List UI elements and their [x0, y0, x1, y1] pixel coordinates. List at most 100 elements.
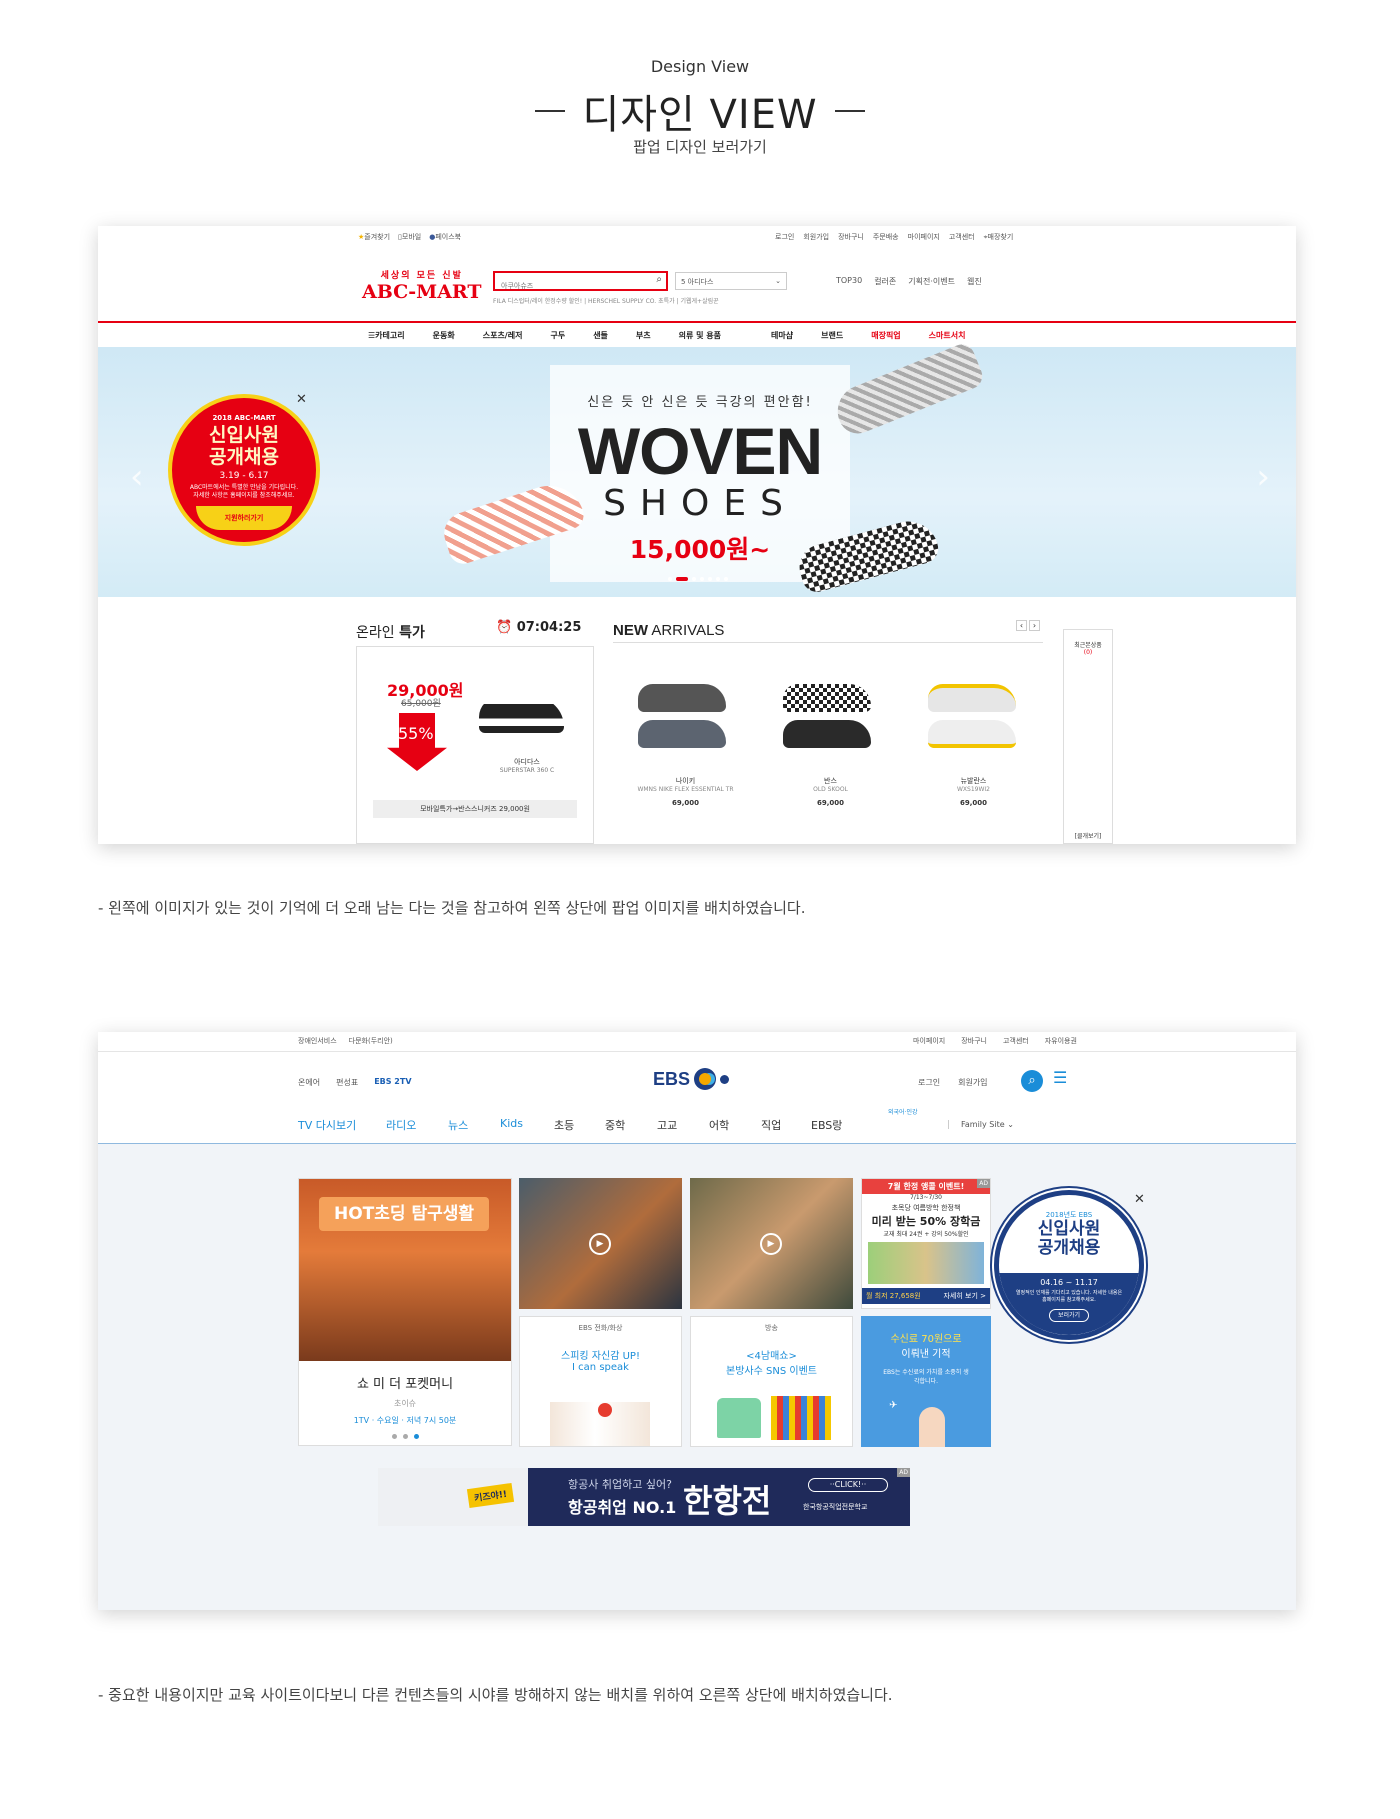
header-title: 디자인 VIEW [582, 92, 818, 138]
ebs-onair[interactable]: 온에어 [298, 1077, 320, 1088]
abc-nav-brand[interactable]: 브랜드 [821, 330, 843, 341]
arrival-item[interactable] [638, 684, 726, 758]
ebs-nav-radio[interactable]: 라디오 [386, 1117, 448, 1133]
ebs-nav-middle[interactable]: 중학 [605, 1117, 657, 1133]
abc-keywords[interactable]: FILA 디스럽터/레이 한정수량 할인! | HERSCHEL SUPPLY … [493, 296, 719, 305]
ebs-nav-high[interactable]: 고교 [657, 1117, 709, 1133]
ebs-video-thumb[interactable]: ▶ [519, 1178, 682, 1309]
ebs-ad-fee[interactable]: 수신료 70원으로 이뤄낸 기적 EBS는 수신료의 가치를 소중히 생각합니다… [861, 1316, 991, 1447]
banner-click-button[interactable]: ··CLICK!·· [808, 1478, 888, 1492]
abc-order[interactable]: 주문배송 [873, 232, 899, 242]
mobile-link[interactable]: ▯모바일 [398, 232, 421, 242]
pager-dot[interactable] [716, 577, 720, 581]
pager-dot[interactable] [708, 577, 712, 581]
abc-nav-theme[interactable]: 테마샵 [771, 330, 793, 341]
abc-recruit-popup[interactable]: 2018 ABC-MART 신입사원 공개채용 3.19 - 6.17 ABC마… [168, 394, 320, 546]
abc-nav-smartsearch[interactable]: 스마트서치 [929, 330, 966, 341]
ebs-cart[interactable]: 장바구니 [961, 1036, 987, 1046]
abc-deal-card[interactable]: 29,000원 65,000원 55% 아디다스 SUPERSTAR 360 C… [356, 646, 594, 844]
abc-nav-sandals[interactable]: 샌들 [593, 330, 608, 341]
pager-dot-active[interactable] [413, 1434, 419, 1439]
abc-recent-button[interactable]: [클개보기] [1064, 831, 1112, 840]
chevron-right-icon[interactable]: › [1256, 457, 1270, 497]
header-link[interactable]: 팝업 디자인 보러가기 [0, 136, 1400, 157]
facebook-link[interactable]: ●페이스북 [429, 232, 461, 242]
arrow-left-icon[interactable]: ‹ [1016, 620, 1027, 631]
ebs-login[interactable]: 로그인 [918, 1077, 940, 1088]
ebs-schedule[interactable]: 편성표 [336, 1077, 358, 1088]
abc-nav-boots[interactable]: 부츠 [636, 330, 651, 341]
abc-mypage[interactable]: 마이페이지 [908, 232, 940, 242]
pager-dot[interactable] [724, 577, 728, 581]
abc-nav-category[interactable]: ☰카테고리 [368, 330, 405, 341]
play-icon[interactable]: ▶ [589, 1233, 611, 1255]
ebs-nav-elementary[interactable]: 초등 [554, 1117, 605, 1133]
ebs-mypage[interactable]: 마이페이지 [913, 1036, 945, 1046]
ebs-nav-news[interactable]: 뉴스 [448, 1117, 500, 1133]
ebs-nav-ebsrang[interactable]: EBS랑 [811, 1117, 871, 1133]
arrival-item[interactable] [783, 684, 871, 758]
abc-webzine[interactable]: 웹진 [967, 276, 982, 287]
ebs-popup-button[interactable]: 보러가기 [1049, 1309, 1089, 1322]
ebs-recruit-popup[interactable]: 2018년도 EBS 신입사원 공개채용 04.16 ~ 11.17 열정적인 … [994, 1190, 1144, 1340]
pager-dot[interactable] [668, 577, 672, 581]
abc-search-box[interactable]: ⌕ [493, 271, 668, 295]
arrival-price: 69,000 [671, 799, 699, 807]
ebs-show-card[interactable]: HOT초딩 탐구생활 쇼 미 더 포켓머니 초이슈 1TV · 수요일 · 저녁… [298, 1178, 512, 1446]
pager-dot[interactable] [402, 1434, 408, 1439]
ebs-ad-top: 7월 한정 앵콜 이벤트! [862, 1179, 990, 1194]
ebs-nav-replay[interactable]: TV 다시보기 [298, 1117, 386, 1133]
abc-top30[interactable]: TOP30 [836, 276, 862, 287]
close-icon[interactable]: ✕ [296, 392, 307, 407]
abc-nav-pickup[interactable]: 매장픽업 [871, 330, 900, 341]
child-image [919, 1407, 945, 1447]
arrival-item[interactable] [928, 684, 1016, 758]
abc-nav-shoes[interactable]: 구두 [550, 330, 565, 341]
close-icon[interactable]: ✕ [1134, 1192, 1145, 1207]
ebs-cs[interactable]: 고객센터 [1003, 1036, 1029, 1046]
pager-dot[interactable] [391, 1434, 397, 1439]
abc-arrivals-arrows: ‹ › [1016, 620, 1040, 631]
bookmark-link[interactable]: ★즐겨찾기 [358, 232, 390, 242]
ebs-ad-summer[interactable]: 7월 한정 앵콜 이벤트! 7/13~7/30 초목당 여름방학 한정책 미리 … [861, 1178, 991, 1309]
ebs-nav-job[interactable]: 직업 [761, 1117, 811, 1133]
abc-search-input[interactable] [495, 278, 645, 295]
ebs-card-event[interactable]: 방송 <4남매쇼> 본방사수 SNS 이벤트 [690, 1316, 853, 1447]
ebs-pass[interactable]: 자유이용권 [1045, 1036, 1077, 1046]
abc-join[interactable]: 회원가입 [803, 232, 829, 242]
abc-colorzone[interactable]: 컬러존 [874, 276, 896, 287]
ebs-multicultural[interactable]: 다문화(두리안) [349, 1036, 393, 1046]
ebs-2tv[interactable]: EBS 2TV [374, 1077, 411, 1088]
abc-cart[interactable]: 장바구니 [838, 232, 864, 242]
pager-dot[interactable] [692, 577, 696, 581]
abc-cs[interactable]: 고객센터 [949, 232, 975, 242]
ebs-card-english[interactable]: EBS 전화/화상 스피킹 자신감 UP! I can speak [519, 1316, 682, 1447]
ebs-family-site[interactable]: Family Site ⌄ [948, 1120, 1014, 1129]
abc-login[interactable]: 로그인 [775, 232, 794, 242]
abc-nav-sports[interactable]: 스포츠/레저 [483, 330, 523, 341]
ebs-nav-kids[interactable]: Kids [500, 1117, 554, 1133]
ebs-airline-banner[interactable]: 키즈야!! 항공사 취업하고 싶어? 항공취업 NO.1 한항전 ··CLICK… [378, 1468, 910, 1526]
abc-nav-sneakers[interactable]: 운동화 [433, 330, 455, 341]
ebs-video-thumb[interactable]: ▶ [690, 1178, 853, 1309]
play-icon[interactable]: ▶ [760, 1233, 782, 1255]
abc-popup-button[interactable]: 지원하러가기 [196, 506, 292, 530]
menu-icon[interactable]: ☰ [1053, 1068, 1067, 1087]
ebs-join[interactable]: 회원가입 [958, 1077, 987, 1088]
abc-event[interactable]: 기획전·이벤트 [908, 276, 955, 287]
abc-brand-select[interactable]: 5 아디다스 ⌄ [675, 272, 787, 290]
pager-dot[interactable] [700, 577, 704, 581]
abc-nav-apparel[interactable]: 의류 및 용품 [679, 330, 721, 341]
chevron-left-icon[interactable]: ‹ [130, 457, 144, 497]
abc-store[interactable]: ⌖매장찾기 [984, 232, 1014, 242]
abc-logo[interactable]: 세상의 모든 신발 ABC-MART [362, 268, 482, 303]
arrow-right-icon[interactable]: › [1029, 620, 1040, 631]
pager-dot-active[interactable] [676, 577, 688, 581]
ebs-nav-language[interactable]: 어학 [709, 1117, 761, 1133]
abc-deal-bar[interactable]: 모바일특가→반스스니커즈 29,000원 [373, 800, 577, 818]
ebs-accessibility[interactable]: 장애인서비스 [298, 1036, 337, 1046]
search-icon[interactable]: ⌕ [1021, 1070, 1043, 1092]
ebs-logo[interactable]: EBS [653, 1068, 730, 1090]
ebs-ad-button[interactable]: 자세히 보기 > [943, 1291, 986, 1301]
search-icon[interactable]: ⌕ [656, 274, 662, 285]
